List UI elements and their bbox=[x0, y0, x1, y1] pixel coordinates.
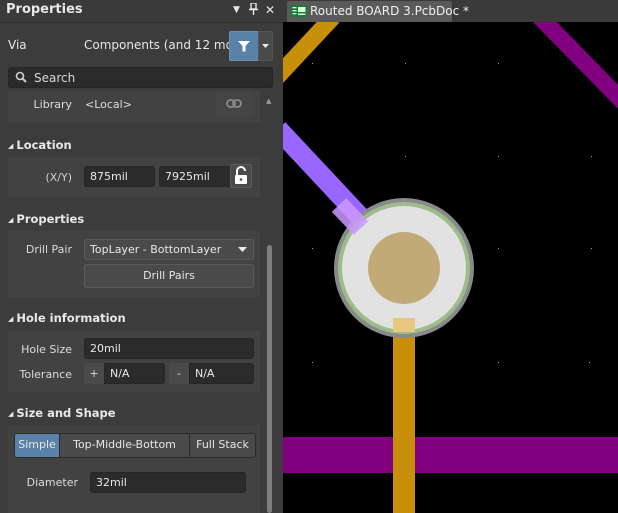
document-tab-label: Routed BOARD 3.PcbDoc * bbox=[310, 4, 470, 18]
diameter-label: Diameter bbox=[26, 476, 78, 489]
mode-top-middle-bottom-tab[interactable]: Top-Middle-Bottom bbox=[60, 434, 190, 457]
library-group: Library <Local> bbox=[8, 90, 260, 122]
properties-panel: Properties ▼ ✕ Via Components (and 12 mo… bbox=[0, 0, 283, 513]
pin-icon[interactable] bbox=[249, 2, 258, 18]
search-placeholder: Search bbox=[34, 71, 76, 85]
drill-pair-select[interactable]: TopLayer - BottomLayer bbox=[84, 239, 254, 260]
hole-size-label: Hole Size bbox=[21, 343, 72, 356]
gold-vertical-trace[interactable] bbox=[393, 320, 415, 513]
properties-group: Drill Pair TopLayer - BottomLayer Drill … bbox=[8, 231, 260, 297]
scrollbar-thumb[interactable] bbox=[267, 245, 272, 513]
hole-size-value: 20mil bbox=[90, 342, 121, 355]
diameter-value: 32mil bbox=[96, 476, 127, 489]
search-input[interactable]: Search bbox=[8, 67, 273, 88]
panel-header: Properties ▼ ✕ bbox=[0, 0, 283, 23]
x-location-input[interactable]: 875mil bbox=[84, 166, 155, 187]
section-title-text: Properties bbox=[16, 212, 85, 226]
collapse-triangle-icon: ◢ bbox=[8, 315, 14, 323]
drill-pair-label: Drill Pair bbox=[25, 243, 72, 256]
section-title-text: Size and Shape bbox=[16, 406, 116, 420]
drill-pair-value: TopLayer - BottomLayer bbox=[90, 243, 222, 256]
properties-section-header[interactable]: ◢ Properties bbox=[8, 212, 84, 226]
scroll-up-arrow-icon[interactable]: ▲ bbox=[266, 97, 271, 105]
hole-size-input[interactable]: 20mil bbox=[84, 338, 254, 359]
plus-tolerance-sign: + bbox=[84, 363, 104, 384]
filter-dropdown-button[interactable] bbox=[258, 31, 273, 61]
plus-tolerance-input[interactable]: N/A bbox=[104, 363, 165, 384]
hole-information-group: Hole Size 20mil Tolerance + N/A - N/A bbox=[8, 330, 260, 392]
purple-horizontal-trace[interactable] bbox=[283, 437, 618, 473]
plus-tolerance-value: N/A bbox=[110, 367, 130, 380]
chevron-down-icon bbox=[262, 44, 269, 48]
minus-tolerance-sign: - bbox=[169, 363, 189, 384]
library-value: <Local> bbox=[85, 98, 132, 111]
gold-trace-overlap bbox=[393, 318, 415, 332]
x-value: 875mil bbox=[90, 170, 128, 183]
link-library-button[interactable] bbox=[216, 92, 252, 116]
panel-title: Properties bbox=[6, 2, 83, 17]
document-tab[interactable]: Routed BOARD 3.PcbDoc * bbox=[287, 1, 469, 22]
via-hole bbox=[368, 232, 440, 304]
unlock-icon bbox=[235, 166, 247, 184]
mode-simple-tab[interactable]: Simple bbox=[15, 434, 60, 457]
shape-mode-selector: Simple Top-Middle-Bottom Full Stack bbox=[14, 433, 256, 458]
lock-button[interactable] bbox=[230, 164, 252, 188]
object-type-label: Via bbox=[8, 38, 27, 52]
y-location-input[interactable]: 7925mil bbox=[159, 166, 232, 187]
drill-pairs-button[interactable]: Drill Pairs bbox=[84, 264, 254, 288]
via[interactable] bbox=[331, 198, 474, 338]
location-group: (X/Y) 875mil 7925mil bbox=[8, 157, 260, 198]
section-title-text: Hole information bbox=[16, 311, 126, 325]
pcb-document-icon bbox=[291, 5, 307, 17]
diameter-input[interactable]: 32mil bbox=[90, 472, 246, 493]
menu-dropdown-icon[interactable]: ▼ bbox=[233, 5, 240, 15]
y-value: 7925mil bbox=[165, 170, 210, 183]
search-icon bbox=[15, 71, 27, 83]
filter-button[interactable] bbox=[229, 31, 259, 61]
library-label: Library bbox=[33, 98, 72, 111]
collapse-triangle-icon: ◢ bbox=[8, 410, 14, 418]
document-tab-bar: Routed BOARD 3.PcbDoc * bbox=[283, 0, 618, 22]
collapse-triangle-icon: ◢ bbox=[8, 142, 14, 150]
minus-tolerance-input[interactable]: N/A bbox=[189, 363, 254, 384]
pcb-canvas[interactable] bbox=[283, 22, 618, 513]
mode-full-stack-tab[interactable]: Full Stack bbox=[190, 434, 255, 457]
close-icon[interactable]: ✕ bbox=[265, 3, 275, 17]
hole-information-section-header[interactable]: ◢ Hole information bbox=[8, 311, 126, 325]
filter-summary: Components (and 12 more) bbox=[84, 38, 250, 52]
minus-tolerance-value: N/A bbox=[195, 367, 215, 380]
collapse-triangle-icon: ◢ bbox=[8, 216, 14, 224]
xy-label: (X/Y) bbox=[45, 171, 72, 184]
filter-icon bbox=[238, 41, 250, 52]
link-icon bbox=[226, 99, 242, 108]
chevron-down-icon bbox=[238, 247, 247, 252]
object-filter-row: Via Components (and 12 more) bbox=[0, 30, 283, 61]
section-title-text: Location bbox=[16, 138, 72, 152]
location-section-header[interactable]: ◢ Location bbox=[8, 138, 72, 152]
size-and-shape-section-header[interactable]: ◢ Size and Shape bbox=[8, 406, 116, 420]
tolerance-label: Tolerance bbox=[19, 368, 72, 381]
